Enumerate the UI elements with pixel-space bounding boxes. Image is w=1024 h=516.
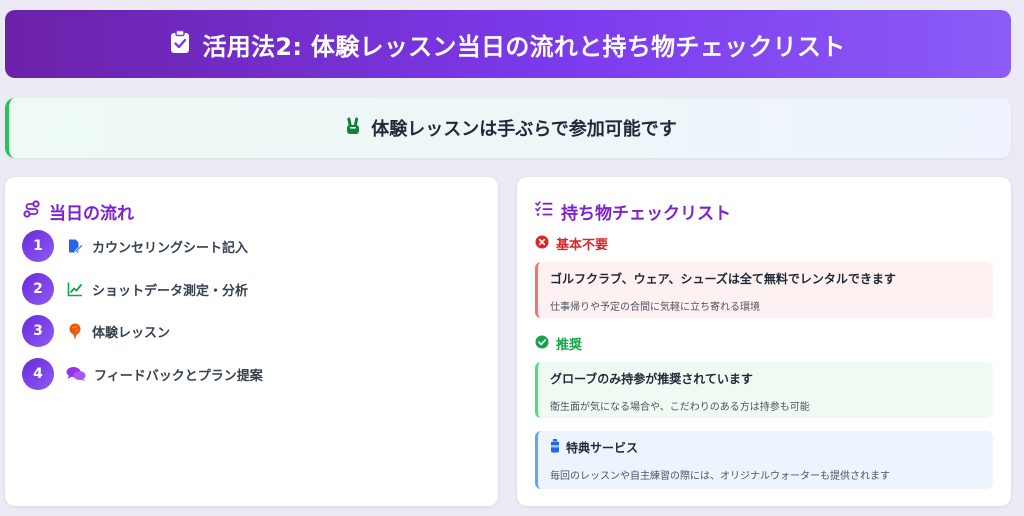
step-label: カウンセリングシート記入 [92, 240, 249, 256]
comments-icon [66, 365, 86, 383]
recommended-main: グローブのみ持参が推奨されています [550, 372, 753, 386]
flow-step: 1 カウンセリングシート記入 [22, 230, 248, 262]
step-number: 4 [22, 358, 54, 390]
step-label: ショットデータ測定・分析 [92, 283, 249, 299]
step-number: 3 [22, 315, 54, 347]
circle-xmark-icon [535, 235, 549, 253]
bottle-water-icon [550, 439, 560, 456]
perk-sub: 毎回のレッスンや自主練習の際には、オリジナルウォーターも提供されます [550, 471, 890, 482]
checklist-title: 持ち物チェックリスト [561, 204, 731, 224]
hand-peace-icon [343, 116, 363, 140]
checklist-heading: 持ち物チェックリスト [535, 199, 731, 224]
flow-title: 当日の流れ [49, 204, 134, 224]
perk-box: 特典サービス 毎回のレッスンや自主練習の際には、オリジナルウォーターも提供されま… [535, 431, 993, 489]
step-label: 体験レッスン [92, 325, 171, 341]
step-label: フィードバックとプラン提案 [94, 368, 263, 384]
not-needed-main: ゴルフクラブ、ウェア、シューズは全て無料でレンタルできます [550, 272, 896, 286]
step-number: 1 [22, 230, 54, 262]
banner-text: 体験レッスンは手ぶらで参加可能です [371, 119, 677, 140]
recommended-heading: 推奨 [535, 334, 582, 353]
flow-heading: 当日の流れ [23, 199, 134, 224]
hands-free-banner: 体験レッスンは手ぶらで参加可能です [5, 98, 1011, 158]
perk-title: 特典サービス [566, 441, 639, 455]
flow-card: 当日の流れ 1 カウンセリングシート記入 2 ショットデータ測定・分析 3 体験… [5, 177, 498, 506]
chart-line-icon [66, 280, 84, 298]
page-title: 活用法2: 体験レッスン当日の流れと持ち物チェックリスト [202, 32, 846, 61]
not-needed-heading: 基本不要 [535, 234, 608, 253]
not-needed-box: ゴルフクラブ、ウェア、シューズは全て無料でレンタルできます 仕事帰りや予定の合間… [535, 262, 993, 318]
checklist-card: 持ち物チェックリスト 基本不要 ゴルフクラブ、ウェア、シューズは全て無料でレンタ… [517, 177, 1011, 506]
clipboard-check-icon [170, 29, 190, 58]
step-number: 2 [22, 273, 54, 305]
not-needed-sub: 仕事帰りや予定の合間に気軽に立ち寄れる環境 [550, 302, 760, 313]
flow-step: 2 ショットデータ測定・分析 [22, 273, 248, 305]
list-check-icon [535, 201, 553, 222]
recommended-label: 推奨 [556, 338, 583, 353]
file-pen-icon [66, 237, 84, 255]
flow-step: 3 体験レッスン [22, 315, 170, 347]
recommended-box: グローブのみ持参が推奨されています 衛生面が気になる場合や、こだわりのある方は持… [535, 362, 993, 418]
page-header: 活用法2: 体験レッスン当日の流れと持ち物チェックリスト [5, 10, 1011, 78]
not-needed-label: 基本不要 [556, 238, 609, 253]
golf-ball-tee-icon [66, 322, 84, 340]
route-icon [23, 200, 41, 223]
circle-check-icon [535, 335, 549, 353]
perk-heading: 特典サービス [550, 439, 981, 456]
recommended-sub: 衛生面が気になる場合や、こだわりのある方は持参も可能 [550, 402, 810, 413]
flow-step: 4 フィードバックとプラン提案 [22, 358, 263, 390]
